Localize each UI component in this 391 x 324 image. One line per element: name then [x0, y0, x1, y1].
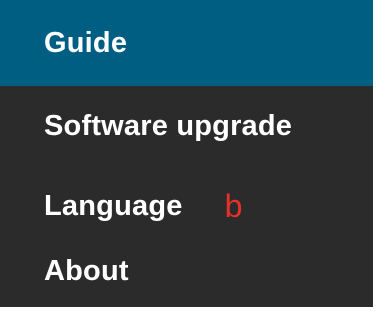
menu-item-label: Guide [44, 26, 128, 59]
menu-item-language[interactable]: Language b [0, 166, 373, 246]
annotation-marker: b [224, 187, 243, 224]
menu-item-label: About [44, 255, 129, 287]
menu-item-label: Language [44, 189, 183, 222]
menu-item-software-upgrade[interactable]: Software upgrade [0, 86, 373, 166]
menu-item-guide[interactable]: Guide [0, 0, 373, 86]
menu-item-label: Software upgrade [44, 109, 293, 142]
settings-menu: Guide Software upgrade Language b About [0, 0, 373, 307]
menu-item-about[interactable]: About [0, 246, 373, 307]
